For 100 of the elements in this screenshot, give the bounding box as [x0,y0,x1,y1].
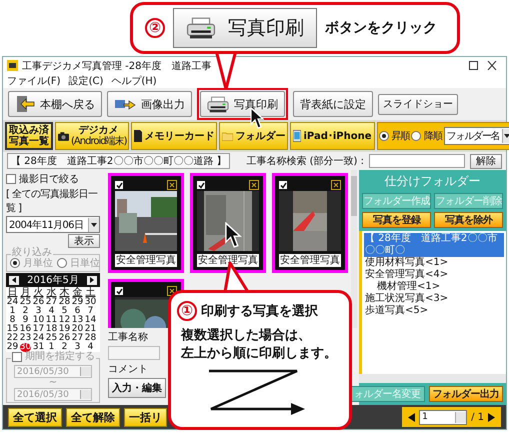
calendar-day[interactable]: 25 [46,334,58,343]
calendar-day[interactable]: 27 [46,298,58,307]
toolbar-button[interactable]: 本棚へ戻る [8,91,102,117]
calendar-day[interactable]: 6 [74,307,80,316]
photo-card[interactable]: 安全管理写真 [108,173,184,273]
calendar-day[interactable]: 25 [20,298,32,307]
calendar-day[interactable]: 1 [48,343,54,352]
source-button[interactable]: デジカメ (Android端末) [55,122,130,150]
sort-radio[interactable]: 昇順 [378,129,410,143]
sort-radio[interactable]: 降順 [411,129,442,143]
calendar-day[interactable]: 29 [72,298,84,307]
calendar-day[interactable]: 16 [20,325,32,334]
toolbar-button[interactable]: 画像出力 [107,91,192,117]
source-button[interactable]: メモリーカード [131,122,218,150]
horizontal-scrollbar[interactable] [359,374,506,383]
photo-card[interactable]: 安全管理写真 [272,173,348,273]
maximize-icon[interactable] [469,61,478,70]
calendar-day[interactable]: 27 [72,334,84,343]
clear-button[interactable]: 解除 [470,154,502,168]
calendar-day[interactable]: 20 [72,325,84,334]
source-button[interactable]: フォルダー [219,122,288,150]
calendar-day[interactable]: 2 [62,343,68,352]
page-field[interactable]: 1 [419,410,468,424]
folder-tree-item[interactable]: 機材管理<1> [376,281,442,293]
search-field[interactable] [369,154,465,168]
bulk-button[interactable]: 全て解除 [66,408,120,426]
dropdown-arrow-icon[interactable] [91,222,97,226]
toolbar-button[interactable]: スライドショー [378,94,458,114]
remove-icon[interactable] [331,180,341,190]
folder-action-button[interactable]: 写真を登録 [362,212,431,228]
calendar-day[interactable]: 15 [6,325,18,334]
folder-action-button[interactable]: 写真を除外 [434,212,503,228]
toolbar-button[interactable]: 背表紙に設定 [293,91,373,117]
calendar-day[interactable]: 12 [58,316,70,325]
tablet-icon [293,130,302,142]
calendar-day[interactable]: 28 [84,334,96,343]
calendar-day[interactable]: 11 [46,316,58,325]
calendar-day[interactable]: 13 [72,316,84,325]
menu-item[interactable]: ヘルプ(H) [111,74,157,88]
bulk-button[interactable]: 一括リ [124,408,167,426]
toolbar-button[interactable]: 写真印刷 [200,91,285,117]
weekday-label: 日 [8,287,18,298]
calendar-day[interactable]: 26 [58,334,70,343]
calendar-day[interactable]: 28 [58,298,70,307]
calendar-day[interactable]: 19 [58,325,70,334]
folder-tree-item[interactable]: 使用材料写真<1> [364,257,450,269]
calendar-day[interactable]: 4 [48,307,54,316]
folder-tree-item[interactable]: 安全管理写真<4> [364,269,450,281]
calendar-day[interactable]: 14 [84,316,96,325]
prev-month-button[interactable] [9,276,19,284]
source-button[interactable]: iPad･iPhone [290,122,375,150]
calendar-day[interactable]: 24 [32,334,44,343]
callout-text: 左上から順に印刷します。 [181,345,338,363]
photo-checkbox[interactable] [115,287,123,295]
calendar-day[interactable]: 24 [6,298,18,307]
calendar-day[interactable]: 30 [84,298,96,307]
calendar-day[interactable]: 18 [46,325,58,334]
photo-card[interactable]: 安全管理写真 [190,173,266,273]
next-month-button[interactable] [87,276,97,284]
calendar-day[interactable]: 21 [84,325,96,334]
calendar-day[interactable]: 29 [6,343,18,352]
menu-item[interactable]: ファイル(F) [7,74,61,88]
calendar-day[interactable]: 22 [6,334,18,343]
calendar-day[interactable]: 3 [36,307,42,316]
folder-tree-item[interactable]: 【 28年度 道路工事2〇〇市〇〇町〇 [364,233,504,257]
remove-icon[interactable] [167,180,177,190]
dropdown-arrow-icon[interactable] [504,134,509,138]
calendar-day[interactable]: 2 [22,307,28,316]
calendar-day[interactable]: 4 [88,343,94,352]
calendar-day[interactable]: 31 [32,343,44,352]
calendar-day[interactable]: 23 [20,334,32,343]
menu-item[interactable]: 設定(C) [68,74,104,88]
next-page-icon[interactable] [488,412,495,422]
printer-icon [186,17,216,39]
photo-checkbox[interactable] [279,181,287,189]
bulk-button[interactable]: 全て選択 [8,408,62,426]
calendar-day[interactable]: 8 [10,316,16,325]
date-filter-checkbox[interactable]: 撮影日で絞る [6,172,100,186]
calendar-day[interactable]: 7 [88,307,94,316]
calendar-day[interactable]: 3 [74,343,80,352]
photo-checkbox[interactable] [197,181,205,189]
previous-page-icon[interactable] [408,412,416,422]
folder-tree-item[interactable]: 施工状況写真<3> [364,293,450,305]
sort-dropdown[interactable]: フォルダー名 [444,127,509,145]
calendar-day[interactable]: 17 [32,325,44,334]
calendar-day[interactable]: 26 [32,298,44,307]
show-button[interactable]: 表示 [68,234,100,248]
photo-checkbox[interactable] [115,181,123,189]
calendar-day[interactable]: 10 [32,316,44,325]
date-dropdown[interactable]: 2004年11月06日 [6,216,100,233]
source-button[interactable]: 取込み済 写真一覧 [5,122,53,150]
folder-button[interactable]: フォルダー出力 [428,386,503,402]
calendar-day[interactable]: 5 [62,307,68,316]
calendar-day[interactable]: 9 [22,316,28,325]
folder-tree-item[interactable]: 歩道写真<5> [364,305,430,317]
edit-button[interactable]: 入力・編集 [108,378,166,398]
vertical-scrollbar[interactable] [351,170,357,328]
calendar-day[interactable]: 1 [10,307,16,316]
project-name-field[interactable] [108,346,160,360]
remove-icon[interactable] [249,180,259,190]
